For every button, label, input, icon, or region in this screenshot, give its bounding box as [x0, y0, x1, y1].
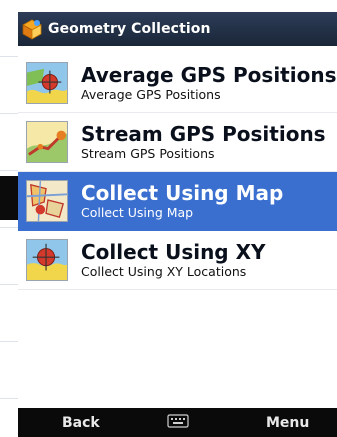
list-item-stream-gps[interactable]: Stream GPS Positions Stream GPS Position…: [18, 113, 337, 172]
item-title: Collect Using XY: [81, 239, 266, 264]
menu-softkey[interactable]: Menu: [266, 415, 309, 431]
softkey-bar: Back Menu: [18, 408, 337, 437]
geometry-collection-icon: [22, 19, 42, 40]
app-window: Geometry Collection Average GPS Position…: [18, 12, 337, 437]
item-title: Collect Using Map: [81, 180, 284, 205]
gps-average-icon: [26, 62, 68, 104]
item-subtitle: Stream GPS Positions: [81, 145, 215, 161]
list-item-collect-xy[interactable]: Collect Using XY Collect Using XY Locati…: [18, 231, 337, 290]
gps-stream-icon: [26, 121, 68, 163]
item-subtitle: Average GPS Positions: [81, 86, 221, 102]
title-bar: Geometry Collection: [18, 12, 337, 46]
background-dark-band: [0, 176, 18, 220]
item-subtitle: Collect Using XY Locations: [81, 263, 247, 279]
keyboard-icon[interactable]: [167, 414, 189, 428]
list-item-collect-map[interactable]: Collect Using Map Collect Using Map: [18, 172, 337, 231]
option-list: Average GPS Positions Average GPS Positi…: [18, 54, 337, 290]
item-title: Average GPS Positions: [81, 62, 337, 87]
list-item-average-gps[interactable]: Average GPS Positions Average GPS Positi…: [18, 54, 337, 113]
map-collect-icon: [26, 180, 68, 222]
back-softkey[interactable]: Back: [62, 415, 100, 431]
item-title: Stream GPS Positions: [81, 121, 326, 146]
window-title: Geometry Collection: [48, 21, 211, 37]
item-subtitle: Collect Using Map: [81, 204, 194, 220]
xy-collect-icon: [26, 239, 68, 281]
